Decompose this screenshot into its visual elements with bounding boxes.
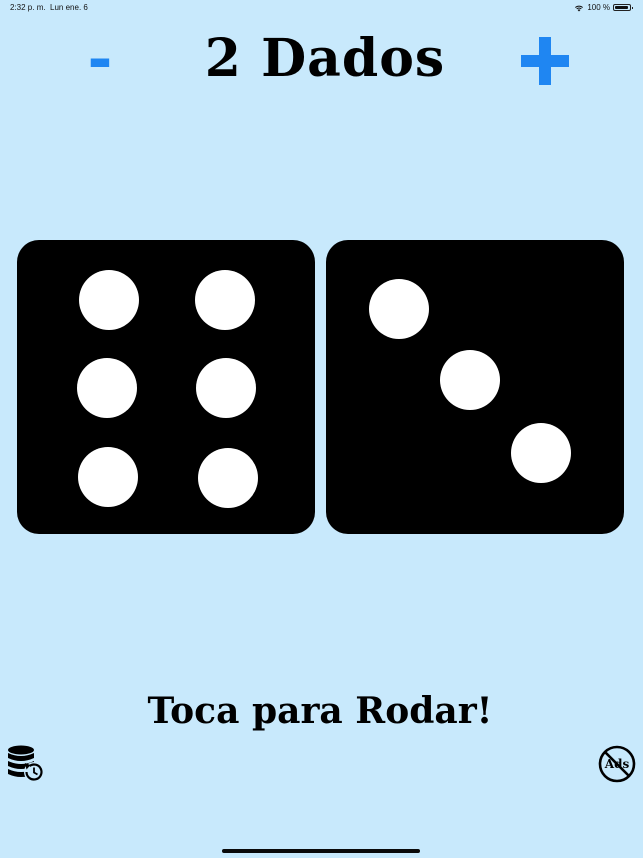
plus-icon	[521, 37, 569, 85]
die-pip	[195, 270, 255, 330]
reset-button[interactable]	[5, 743, 47, 785]
die-pip	[78, 447, 138, 507]
die-1[interactable]	[17, 240, 315, 534]
plus-button[interactable]	[517, 33, 573, 89]
die-pip	[196, 358, 256, 418]
status-bar: 2:32 p. m. Lun ene. 6 100 %	[0, 0, 643, 16]
die-pip	[198, 448, 258, 508]
battery-percent: 100 %	[587, 3, 610, 12]
minus-button[interactable]: -	[84, 30, 116, 90]
no-ads-icon: Ads	[598, 745, 636, 783]
die-2[interactable]	[326, 240, 624, 534]
page-title: 2 Dados	[204, 28, 446, 89]
database-reset-icon	[8, 745, 44, 782]
die-pip	[440, 350, 500, 410]
die-pip	[511, 423, 571, 483]
battery-icon	[613, 4, 633, 11]
no-ads-button[interactable]: Ads	[597, 744, 637, 784]
status-time: 2:32 p. m. Lun ene. 6	[10, 3, 88, 12]
status-time-text: 2:32 p. m.	[10, 3, 46, 12]
die-pip	[369, 279, 429, 339]
die-pip	[77, 358, 137, 418]
status-date-text: Lun ene. 6	[50, 3, 88, 12]
home-indicator	[222, 849, 420, 853]
wifi-icon	[575, 5, 584, 11]
status-right: 100 %	[574, 3, 633, 12]
die-pip	[79, 270, 139, 330]
tap-to-roll-label[interactable]: Toca para Rodar!	[110, 690, 530, 732]
